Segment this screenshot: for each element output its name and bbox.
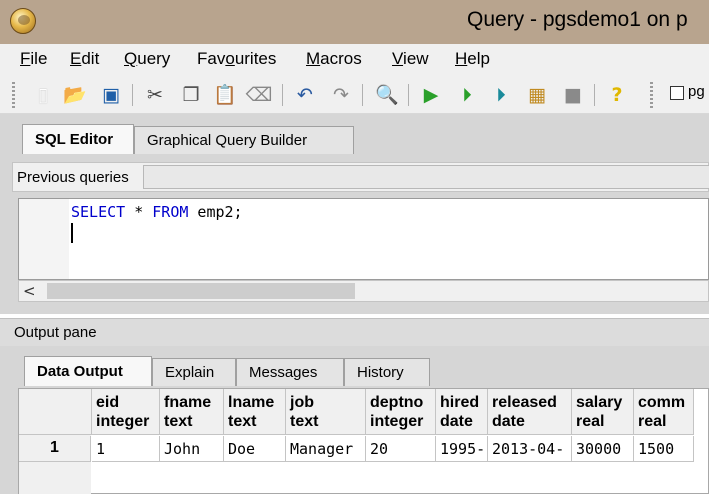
menu-edit[interactable]: Edit <box>70 49 99 69</box>
explain-options-icon[interactable]: ▦ <box>524 82 550 108</box>
copy-icon[interactable]: ❐ <box>178 82 204 108</box>
tab-graphical-query-builder[interactable]: Graphical Query Builder <box>134 126 354 154</box>
cell-fname[interactable]: John <box>160 436 224 462</box>
column-header-lname[interactable]: lname text <box>224 389 286 435</box>
row-header-1[interactable]: 1 <box>19 436 91 462</box>
find-icon[interactable]: 🔍 <box>374 82 400 108</box>
cell-eid[interactable]: 1 <box>92 436 160 462</box>
window-title: Query - pgsdemo1 on p <box>467 8 688 31</box>
sql-text: SELECT * FROM emp2; <box>71 203 243 221</box>
title-bar: Query - pgsdemo1 on p <box>0 0 709 44</box>
cell-deptno[interactable]: 20 <box>366 436 436 462</box>
menu-favourites[interactable]: Favourites <box>197 49 276 69</box>
toolbar-separator <box>282 84 283 106</box>
cell-job[interactable]: Manager <box>286 436 366 462</box>
column-header-released[interactable]: released date <box>488 389 572 435</box>
column-header-hired[interactable]: hired date <box>436 389 488 435</box>
execute-to-file-icon[interactable]: ⏵ <box>488 82 514 108</box>
tab-data-output[interactable]: Data Output <box>24 356 152 386</box>
stop-icon[interactable]: ■ <box>560 82 586 108</box>
toolbar-checkbox[interactable] <box>670 86 684 100</box>
paste-icon[interactable]: 📋 <box>212 82 238 108</box>
toolbar-checkbox-label: pg <box>688 83 705 100</box>
cut-icon[interactable]: ✂ <box>142 82 168 108</box>
editor-gutter <box>19 199 69 279</box>
menu-view[interactable]: View <box>392 49 429 69</box>
column-header-job[interactable]: job text <box>286 389 366 435</box>
editor-panel: SQL Editor Graphical Query Builder Previ… <box>0 114 709 314</box>
cell-comm[interactable]: 1500 <box>634 436 694 462</box>
column-header-salary[interactable]: salary real <box>572 389 634 435</box>
cell-lname[interactable]: Doe <box>224 436 286 462</box>
output-pane-label: Output pane <box>14 324 97 341</box>
menu-help[interactable]: Help <box>455 49 490 69</box>
help-icon[interactable]: ? <box>604 82 630 108</box>
app-elephant-icon[interactable] <box>10 8 36 34</box>
cell-released[interactable]: 2013-04- <box>488 436 572 462</box>
save-icon[interactable]: ▣ <box>98 82 124 108</box>
column-header-fname[interactable]: fname text <box>160 389 224 435</box>
new-file-icon[interactable]: ▯ <box>30 82 56 108</box>
clear-icon[interactable]: ⌫ <box>246 82 273 108</box>
output-panel: Data Output Explain Messages History eid… <box>0 346 709 494</box>
editor-horizontal-scrollbar[interactable]: < <box>18 280 709 302</box>
tab-messages[interactable]: Messages <box>236 358 344 386</box>
toolbar-grip[interactable] <box>650 82 653 108</box>
previous-queries-bar: Previous queries <box>12 162 709 192</box>
menu-query[interactable]: Query <box>124 49 170 69</box>
undo-icon[interactable]: ↶ <box>292 82 318 108</box>
execute-icon[interactable]: ▶ <box>418 82 444 108</box>
cell-hired[interactable]: 1995- <box>436 436 488 462</box>
tab-explain[interactable]: Explain <box>152 358 236 386</box>
menu-bar: File Edit Query Favourites Macros View H… <box>0 44 709 76</box>
scroll-left-arrow-icon[interactable]: < <box>23 282 36 300</box>
toolbar-grip[interactable] <box>12 82 15 108</box>
column-header-deptno[interactable]: deptno integer <box>366 389 436 435</box>
open-folder-icon[interactable]: 📂 <box>62 82 88 108</box>
output-pane-header: Output pane <box>0 318 709 346</box>
data-output-grid[interactable]: eid integer fname text lname text job text d… <box>18 388 709 494</box>
toolbar-separator <box>362 84 363 106</box>
tab-sql-editor[interactable]: SQL Editor <box>22 124 134 154</box>
text-cursor <box>71 223 73 243</box>
previous-queries-label: Previous queries <box>17 169 129 186</box>
grid-corner[interactable] <box>19 389 92 435</box>
toolbar-separator <box>594 84 595 106</box>
explain-icon[interactable]: ⏵ <box>454 82 480 108</box>
previous-queries-dropdown[interactable] <box>143 165 709 189</box>
scrollbar-thumb[interactable] <box>47 283 355 299</box>
menu-macros[interactable]: Macros <box>306 49 362 69</box>
toolbar-separator <box>408 84 409 106</box>
menu-file[interactable]: File <box>20 49 47 69</box>
tab-history[interactable]: History <box>344 358 430 386</box>
cell-salary[interactable]: 30000 <box>572 436 634 462</box>
toolbar-separator <box>132 84 133 106</box>
toolbar: ▯ 📂 ▣ ✂ ❐ 📋 ⌫ ↶ ↷ 🔍 ▶ ⏵ ⏵ ▦ ■ ? pg <box>0 76 709 114</box>
redo-icon[interactable]: ↷ <box>328 82 354 108</box>
column-header-eid[interactable]: eid integer <box>92 389 160 435</box>
column-header-comm[interactable]: comm real <box>634 389 694 435</box>
sql-editor[interactable]: SELECT * FROM emp2; <box>18 198 709 280</box>
